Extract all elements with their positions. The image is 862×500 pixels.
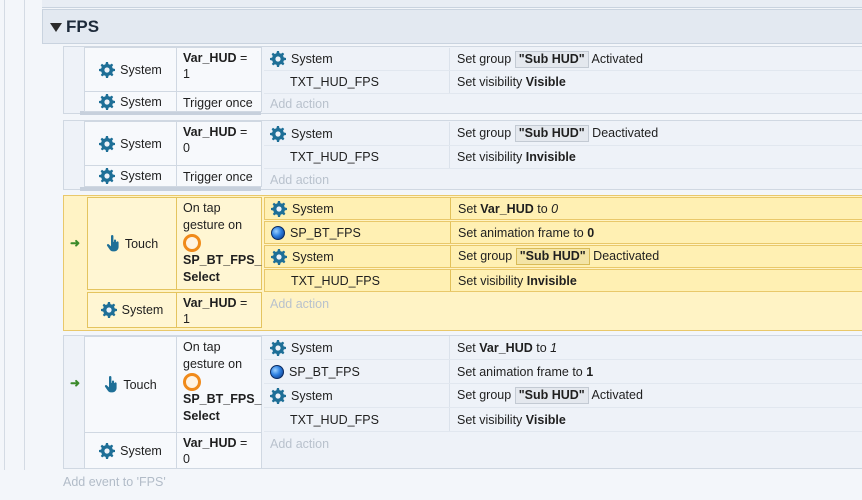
condition-object[interactable]: System: [84, 91, 177, 112]
condition-object[interactable]: Touch: [87, 197, 177, 290]
action-description: Set group "Sub HUD" Deactivated: [457, 125, 659, 142]
action-row[interactable]: TXT_HUD_FPS Set visibility Visible: [264, 408, 862, 432]
gear-icon: [101, 302, 117, 318]
group-pill: "Sub HUD": [514, 387, 589, 404]
action-object: TXT_HUD_FPS: [291, 273, 380, 288]
condition-text[interactable]: Var_HUD = 1: [176, 292, 262, 328]
action-description: Set Var_HUD to 1: [457, 340, 558, 355]
event-block[interactable]: System Var_HUD = 1 System Trigger once S…: [63, 46, 862, 115]
previous-group-edge: [42, 0, 862, 8]
group-pill: "Sub HUD": [515, 248, 590, 265]
sprite-orb-icon: [271, 225, 285, 240]
condition-text[interactable]: Var_HUD = 0: [176, 432, 262, 469]
gear-icon: [271, 249, 287, 265]
action-row[interactable]: TXT_HUD_FPS Set visibility Invisible: [264, 146, 862, 169]
action-description: Set group "Sub HUD" Deactivated: [458, 248, 660, 265]
gear-icon: [271, 201, 287, 217]
group-pill: "Sub HUD": [514, 125, 589, 142]
add-action-link[interactable]: Add action: [264, 293, 862, 315]
condition-object[interactable]: System: [84, 121, 177, 166]
sprite-orb-icon: [270, 364, 284, 379]
action-description: Set group "Sub HUD" Activated: [457, 50, 643, 68]
condition-text[interactable]: Var_HUD = 0: [176, 121, 262, 166]
add-event-link[interactable]: Add event to 'FPS': [63, 475, 166, 489]
collapse-triangle-icon[interactable]: [50, 23, 62, 32]
add-action-link[interactable]: Add action: [264, 94, 862, 114]
gear-icon: [99, 94, 115, 110]
sprite-ring-icon: [183, 234, 201, 252]
action-object: System: [292, 201, 334, 216]
action-object: System: [291, 126, 333, 141]
action-object: SP_BT_FPS: [289, 364, 360, 379]
gear-icon: [99, 168, 115, 184]
trigger-arrow-icon: ➜: [70, 236, 81, 250]
action-row[interactable]: System Set group "Sub HUD" Deactivated: [264, 122, 862, 146]
condition-text[interactable]: Trigger once: [176, 91, 262, 112]
action-object: System: [291, 388, 333, 403]
gear-icon: [99, 136, 115, 152]
action-description: Set animation frame to 1: [457, 364, 594, 379]
gear-icon: [270, 340, 286, 356]
action-description: Set visibility Visible: [457, 412, 566, 427]
touch-hand-icon: [104, 376, 118, 393]
gear-icon: [270, 51, 286, 67]
condition-text[interactable]: On tap gesture on SP_BT_FPS_ Select: [176, 336, 262, 433]
action-row[interactable]: TXT_HUD_FPS Set visibility Invisible: [264, 269, 862, 292]
action-object: System: [291, 52, 333, 66]
action-object: TXT_HUD_FPS: [290, 412, 379, 427]
condition-object[interactable]: System: [87, 292, 177, 328]
condition-object[interactable]: System: [84, 165, 177, 187]
action-object: SP_BT_FPS: [290, 225, 361, 240]
action-description: Set visibility Invisible: [457, 150, 576, 164]
action-row[interactable]: System Set group "Sub HUD" Activated: [264, 384, 862, 408]
condition-text[interactable]: Trigger once: [176, 165, 262, 187]
event-underline: [80, 187, 261, 191]
action-object: TXT_HUD_FPS: [290, 150, 379, 164]
action-row[interactable]: System Set group "Sub HUD" Activated: [264, 48, 862, 71]
action-row[interactable]: System Set Var_HUD to 0: [264, 197, 862, 220]
action-description: Set Var_HUD to 0: [458, 201, 559, 216]
indent-guide: [4, 0, 5, 470]
action-description: Set group "Sub HUD" Activated: [457, 387, 643, 404]
action-row[interactable]: SP_BT_FPS Set animation frame to 0: [264, 221, 862, 244]
action-row[interactable]: SP_BT_FPS Set animation frame to 1: [264, 360, 862, 384]
trigger-arrow-icon: ➜: [70, 376, 81, 390]
condition-object[interactable]: System: [84, 47, 177, 92]
action-description: Set animation frame to 0: [458, 225, 595, 240]
condition-object[interactable]: Touch: [84, 336, 177, 433]
group-header-fps[interactable]: FPS: [42, 9, 862, 44]
event-block-selected[interactable]: ➜ Touch On tap gesture on SP_BT_FPS_ Sel…: [63, 195, 862, 331]
sprite-ring-icon: [183, 373, 201, 391]
indent-guide: [24, 0, 25, 470]
gear-icon: [270, 126, 286, 142]
add-action-link[interactable]: Add action: [264, 433, 862, 455]
action-description: Set visibility Visible: [457, 75, 566, 89]
gear-icon: [99, 62, 115, 78]
group-title: FPS: [66, 17, 100, 36]
action-object: System: [292, 249, 334, 264]
gear-icon: [270, 388, 286, 404]
action-row[interactable]: System Set Var_HUD to 1: [264, 336, 862, 360]
action-row[interactable]: TXT_HUD_FPS Set visibility Visible: [264, 71, 862, 94]
add-action-link[interactable]: Add action: [264, 170, 862, 190]
condition-object[interactable]: System: [84, 432, 177, 469]
gear-icon: [99, 443, 115, 459]
action-description: Set visibility Invisible: [458, 273, 577, 288]
event-block[interactable]: ➜ Touch On tap gesture on SP_BT_FPS_ Sel…: [63, 335, 862, 469]
condition-text[interactable]: On tap gesture on SP_BT_FPS_ Select: [176, 197, 262, 290]
action-object: TXT_HUD_FPS: [290, 75, 379, 89]
condition-text[interactable]: Var_HUD = 1: [176, 47, 262, 92]
event-block[interactable]: System Var_HUD = 0 System Trigger once S…: [63, 120, 862, 191]
action-row[interactable]: System Set group "Sub HUD" Deactivated: [264, 245, 862, 268]
action-object: System: [291, 340, 333, 355]
left-gutter: [0, 0, 42, 500]
touch-hand-icon: [106, 235, 120, 252]
group-pill: "Sub HUD": [514, 50, 589, 68]
